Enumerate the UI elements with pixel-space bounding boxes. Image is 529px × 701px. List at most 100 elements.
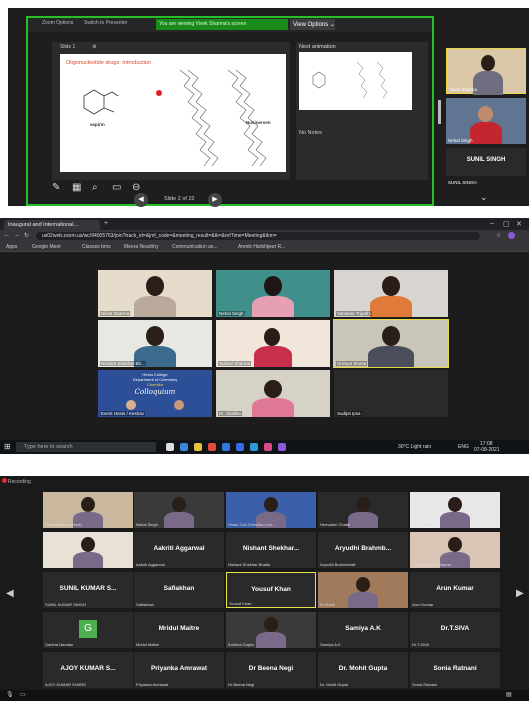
participant-name: Dr Beena Negi (228, 682, 255, 687)
star-icon[interactable]: ☆ (496, 232, 501, 239)
clock-date[interactable]: 07-08-2021 (474, 447, 500, 453)
participant-display-name: Mridul Maitre (158, 625, 200, 632)
participant-tile[interactable]: Hindu Coll Chemika Live... (226, 492, 316, 528)
participant-tile[interactable]: AJOY KUMAR S... AJOY KUMAR SHARD (43, 652, 133, 688)
bookmark-classes[interactable]: Classes bms (82, 244, 111, 250)
participant-tile[interactable]: Nikita Sharma (43, 532, 133, 568)
participant-tile[interactable]: Yousuf Khan Yousuf Khan (226, 572, 316, 608)
participant-tile[interactable]: Nehal Singh (216, 270, 330, 317)
bookmark-communication[interactable]: Communication as... (172, 244, 218, 250)
forward-arrow-icon[interactable]: → (14, 232, 20, 238)
bookmark-meera[interactable]: Meera Nearbhy (124, 244, 158, 250)
app-icon[interactable] (264, 443, 272, 451)
participant-name: Sushil Kumar Sharma (412, 562, 451, 567)
participant-tile[interactable]: Samiya A.K Samiya A.K (318, 612, 408, 648)
participant-tile[interactable]: Kohima Gupta (226, 612, 316, 648)
nusinersen-structure (179, 69, 267, 167)
language-indicator[interactable]: ENG (458, 444, 469, 450)
participant-tile[interactable]: Dr.T.SIVA Dr.T.SIVA (410, 612, 500, 648)
participant-name: Event Hosts / Keshav (100, 411, 146, 416)
next-page-arrow[interactable]: ▶ (516, 588, 524, 599)
participant-tile[interactable]: Dr. Shalika (216, 370, 330, 417)
participant-tile[interactable]: Arun Kumar Arun Kumar (410, 572, 500, 608)
participant-name: Arun Kumar (412, 602, 434, 607)
participant-tile[interactable]: Sushil Kumar Sharma (410, 532, 500, 568)
next-slide-button[interactable]: ▶ (208, 193, 222, 207)
back-arrow-icon[interactable]: ← (4, 232, 10, 238)
participant-tile[interactable]: Dr Rohit (318, 572, 408, 608)
more-options-icon[interactable]: ⊖ (132, 182, 140, 193)
participant-tile[interactable]: SUNIL KUMAR S... SUNIL KUMAR SINGH (43, 572, 133, 608)
view-options-button[interactable]: View Options ⌄ (290, 19, 335, 30)
participant-tile[interactable]: Nishant Shekhar Bh... (98, 320, 212, 367)
microphone-icon[interactable]: 🎙 (6, 691, 14, 698)
bookmark-anmik[interactable]: Anmik Harbhijeet R... (238, 244, 285, 250)
participant-video[interactable]: SUNIL SINGH (446, 148, 526, 176)
slides-grid-icon[interactable]: ▦ (72, 182, 81, 193)
close-icon[interactable]: ✕ (516, 220, 522, 228)
participant-tile[interactable]: Hemadhri Chattri (318, 492, 408, 528)
taskbar-search[interactable]: Type here to search (16, 442, 156, 452)
zoom-presentation-panel: Zoom Options Switch to Presenter You are… (8, 8, 529, 207)
participant-tile[interactable]: Suhani Sharma (216, 320, 330, 367)
pen-icon[interactable]: ✎ (52, 182, 60, 193)
participant-tile[interactable]: Safiakhan Safiakhan (134, 572, 224, 608)
participant-figure (256, 632, 286, 648)
participant-tile[interactable]: Mridul Maitre Mridul Maitre (134, 612, 224, 648)
participant-tile[interactable]: Dr. Mohit Gupta Dr. Mohit Gupta (318, 652, 408, 688)
chevron-down-icon[interactable]: ⌄ (480, 192, 488, 203)
participant-tile[interactable]: G Garima Nandan (43, 612, 133, 648)
participant-video[interactable]: Nehal Singh (446, 98, 526, 144)
zoom-icon[interactable]: ⌕ (92, 182, 98, 193)
participant-display-name: Nishant Shekhar... (242, 545, 300, 552)
minimize-icon[interactable]: – (490, 220, 494, 227)
participant-tile-active-speaker[interactable]: Nishant Bhatia (333, 319, 449, 368)
participant-tile[interactable]: Dr Beena Negi Dr Beena Negi (226, 652, 316, 688)
teams-icon[interactable] (278, 443, 286, 451)
new-tab-icon[interactable]: + (104, 220, 108, 227)
previous-page-arrow[interactable]: ◀ (6, 588, 14, 599)
resize-handle[interactable] (438, 100, 441, 124)
participant-tile[interactable]: Sonia Ratnani Sonia Ratnani (410, 652, 500, 688)
participant-tile[interactable]: Vivek Sharma (Host) (43, 492, 133, 528)
participant-tile[interactable]: Vandana Tripathi (334, 270, 448, 317)
task-view-icon[interactable] (166, 443, 174, 451)
participant-tile[interactable]: Priyanka Amrawat Priyanka Amrawat (134, 652, 224, 688)
profile-avatar[interactable] (508, 232, 515, 239)
weather-text[interactable]: 30°C Light rain (398, 444, 431, 450)
subtitles-icon[interactable]: ▭ (112, 182, 121, 193)
participant-video[interactable]: SUNIL SINGH (446, 178, 526, 186)
maximize-icon[interactable]: ▢ (503, 220, 510, 228)
video-camera-icon[interactable]: ▭ (20, 691, 26, 698)
participant-video[interactable]: Vivek Sharma (446, 48, 526, 95)
chrome-icon[interactable] (208, 443, 216, 451)
bookmark-google-meet[interactable]: Google Meet (32, 244, 61, 250)
browser-tab[interactable]: Inaugural and International... (4, 220, 100, 230)
chat-icon[interactable]: ▤ (506, 691, 512, 698)
windows-start-icon[interactable]: ⊞ (4, 442, 11, 451)
participant-tile[interactable]: Nehal Singh (134, 492, 224, 528)
participant-tile[interactable]: Hindu College Department of Chemistry Ch… (98, 370, 212, 417)
presenter-view: Slide 1 ⚙ Oligonucleotide drugs: Introdu… (52, 42, 290, 180)
aspirin-structure (83, 89, 119, 115)
url-field[interactable]: us02web.zoom.us/wc/94005763/join?track_i… (36, 232, 480, 240)
file-explorer-icon[interactable] (194, 443, 202, 451)
store-icon[interactable] (222, 443, 230, 451)
switch-presenter-tab[interactable]: Switch to Presenter (84, 20, 127, 26)
participant-tile[interactable]: Aakriti Aggarwal Aakriti Aggarwal (134, 532, 224, 568)
edge-icon[interactable] (180, 443, 188, 451)
participant-tile[interactable]: Vivek Sharma (410, 492, 500, 528)
previous-slide-button[interactable]: ◀ (134, 193, 148, 207)
zoom-options-tab[interactable]: Zoom Options (42, 20, 73, 26)
settings-icon[interactable]: ⚙ (92, 44, 96, 50)
reload-icon[interactable]: ↻ (24, 232, 29, 239)
view-options-label: View Options (293, 22, 329, 28)
participant-tile[interactable]: Aryudhi Brahmb... Aryudhi Brahmbhatt (318, 532, 408, 568)
participant-tile[interactable]: Sudipti Ipsa (334, 370, 448, 417)
participant-name: Aryudhi Brahmbhatt (320, 562, 356, 567)
participant-tile[interactable]: Nikita Sharma (98, 270, 212, 317)
bookmark-apps[interactable]: Apps (6, 244, 17, 250)
zoom-app-icon[interactable] (250, 443, 258, 451)
word-icon[interactable] (236, 443, 244, 451)
participant-tile[interactable]: Nishant Shekhar... Nishant Shekhar Bhatia (226, 532, 316, 568)
